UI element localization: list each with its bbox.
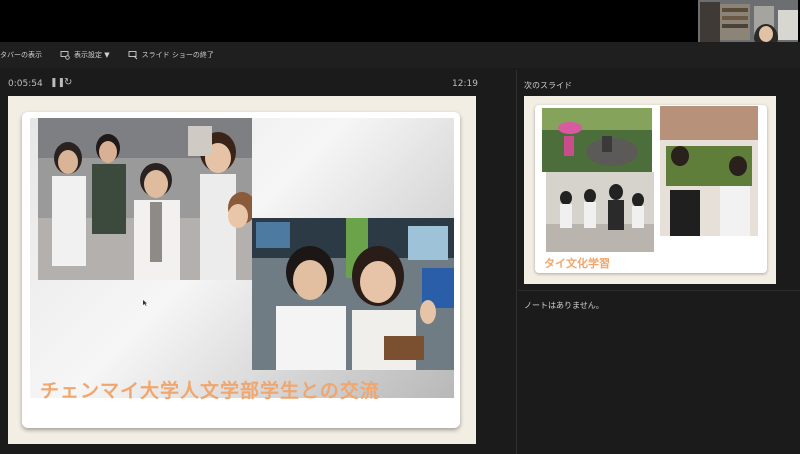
group-photo [38,118,252,280]
current-slide-title: チェンマイ大学人文学部学生との交流 [40,380,380,402]
elapsed-timer: 0:05:54 [8,79,43,89]
end-slideshow-button[interactable]: スライド ショーの終了 [128,50,214,60]
next-photo-students [546,172,654,252]
next-slide-title: タイ文化学習 [544,257,610,270]
next-photo-classroom [660,106,758,236]
pane-divider[interactable] [516,70,517,454]
pause-icon[interactable]: ❚❚ [50,78,65,88]
display-settings-icon [60,51,70,60]
next-photo-elephant [542,108,652,172]
restart-icon[interactable]: ↻ [64,77,72,88]
notes-divider[interactable] [518,290,800,291]
speaker-notes[interactable]: ノートはありません。 [524,300,604,311]
end-slideshow-icon [128,51,137,60]
pair-photo [252,218,454,370]
presenter-toolbar: タバーの表示 表示設定 ▼ スライド ショーの終了 [0,42,800,68]
next-slide-label: 次のスライド [524,81,572,90]
timer-row: 0:05:54 ❚❚ ↻ 12:19 [0,76,490,92]
taskbar-toggle-button[interactable]: タバーの表示 [0,50,42,60]
top-black-bar [0,0,800,42]
clock: 12:19 [452,79,478,89]
display-settings-button[interactable]: 表示設定 ▼ [60,50,110,60]
mouse-cursor-icon [143,291,147,306]
